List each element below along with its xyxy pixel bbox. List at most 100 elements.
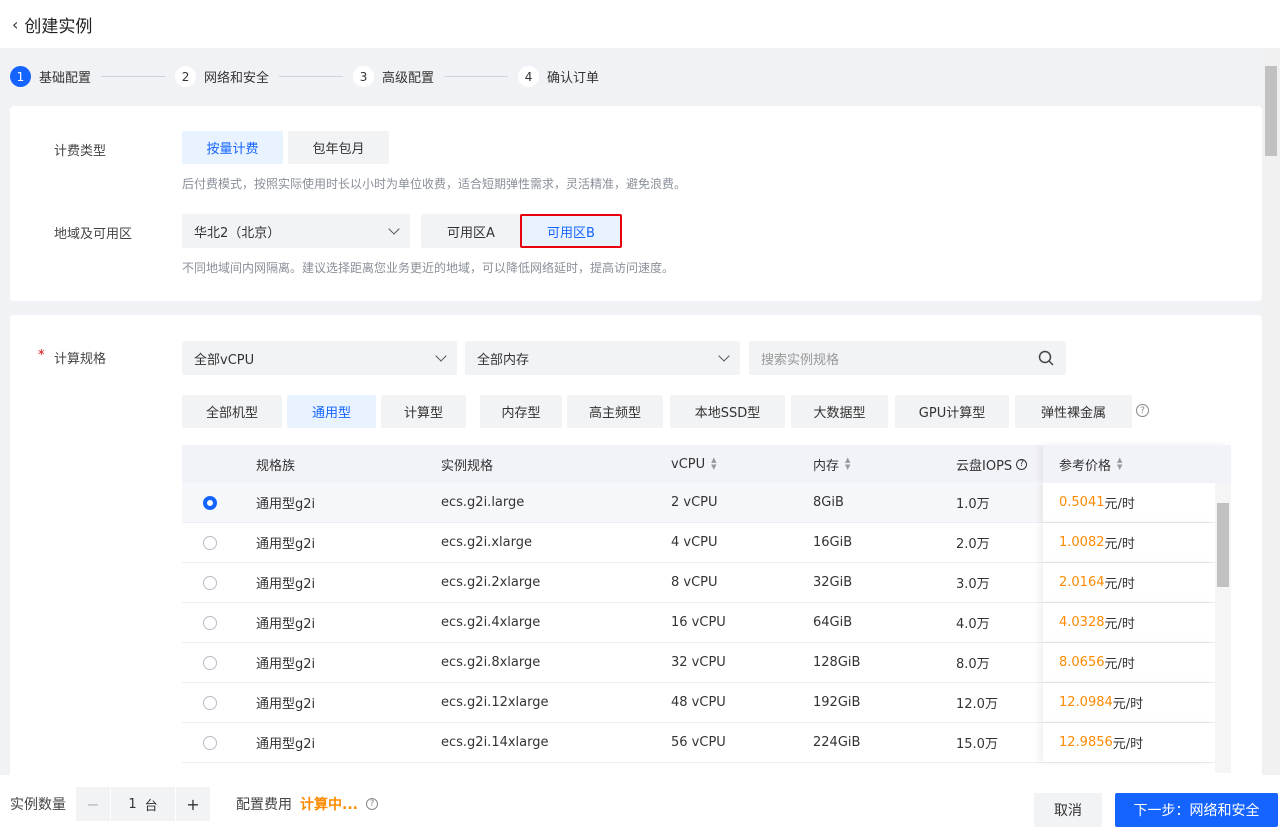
column-memory[interactable]: 内存 ▲ ▼ xyxy=(797,445,940,483)
cell-iops: 4.0万 xyxy=(956,617,990,632)
memory-filter-select[interactable]: 全部内存 xyxy=(465,341,740,375)
zone-b-button[interactable]: 可用区B xyxy=(520,214,622,248)
basic-config-card: 计费类型 按量计费 包年包月 后付费模式，按照实际使用时长以小时为单位收费，适合… xyxy=(10,106,1262,301)
row-radio-cell[interactable] xyxy=(182,523,240,562)
billing-label: 计费类型 xyxy=(54,144,107,159)
table-row[interactable] xyxy=(182,763,1231,773)
cell-memory: 192GiB xyxy=(813,695,861,710)
cell-memory: 16GiB xyxy=(813,535,853,550)
table-row[interactable]: 通用型g2i ecs.g2i.xlarge 4 vCPU 16GiB 2.0万 … xyxy=(182,523,1231,563)
table-row[interactable]: 通用型g2i ecs.g2i.large 2 vCPU 8GiB 1.0万 0.… xyxy=(182,483,1231,523)
cancel-button[interactable]: 取消 xyxy=(1034,793,1102,827)
price-value: 1.0082 xyxy=(1059,535,1105,550)
search-icon[interactable] xyxy=(1038,350,1054,366)
help-icon[interactable]: ? xyxy=(1016,458,1028,470)
sort-icon[interactable]: ▲ ▼ xyxy=(1117,457,1122,471)
price-unit: 元/时 xyxy=(1104,617,1135,632)
cell-iops: 1.0万 xyxy=(956,497,990,512)
table-row[interactable]: 通用型g2i ecs.g2i.8xlarge 32 vCPU 128GiB 8.… xyxy=(182,643,1231,683)
sort-icon[interactable]: ▲ ▼ xyxy=(711,457,716,471)
spec-table: 规格族 实例规格 vCPU ▲ ▼ 内存 ▲ ▼ 云盘IOPS? 参考价格 ▲ ▼ 通用型g… xyxy=(182,445,1231,773)
type-tab[interactable]: 内存型 xyxy=(480,395,562,428)
radio-button[interactable] xyxy=(203,535,217,550)
cost-value: 计算中... xyxy=(300,797,358,813)
cell-memory: 8GiB xyxy=(813,495,844,510)
price-value: 12.9856 xyxy=(1059,735,1113,750)
cell-iops: 8.0万 xyxy=(956,657,990,672)
column-price[interactable]: 参考价格 ▲ ▼ xyxy=(1043,445,1231,483)
help-icon[interactable]: ? xyxy=(1136,404,1149,417)
table-row[interactable]: 通用型g2i ecs.g2i.2xlarge 8 vCPU 32GiB 3.0万… xyxy=(182,563,1231,603)
cell-price: 12.0984 元/时 xyxy=(1043,683,1215,722)
radio-button[interactable] xyxy=(203,695,217,710)
cell-vcpu: 56 vCPU xyxy=(671,735,726,750)
quantity-stepper[interactable]: − 1台 + xyxy=(76,787,210,821)
cost-label: 配置费用 xyxy=(236,797,292,813)
step-divider xyxy=(101,76,166,77)
price-value: 12.0984 xyxy=(1059,695,1113,710)
column-vcpu[interactable]: vCPU ▲ ▼ xyxy=(655,445,797,483)
cell-memory: 128GiB xyxy=(813,655,861,670)
type-tab[interactable]: 计算型 xyxy=(381,395,466,428)
billing-subscription[interactable]: 包年包月 xyxy=(288,131,389,164)
cell-price: 2.0164 元/时 xyxy=(1043,563,1215,602)
step-4: 4 确认订单 xyxy=(518,66,599,87)
next-step-button[interactable]: 下一步：网络和安全 xyxy=(1115,793,1278,827)
radio-button[interactable] xyxy=(203,735,217,750)
cell-vcpu: 4 vCPU xyxy=(671,535,718,550)
step-divider xyxy=(279,76,344,77)
type-tab[interactable]: 通用型 xyxy=(287,395,376,428)
row-radio-cell[interactable] xyxy=(182,683,240,722)
increment-button[interactable]: + xyxy=(176,787,210,821)
type-tab[interactable]: 弹性裸金属 xyxy=(1015,395,1132,428)
radio-button[interactable] xyxy=(203,615,217,630)
step-number: 1 xyxy=(10,66,31,87)
type-tab[interactable]: 高主频型 xyxy=(567,395,663,428)
cell-family: 通用型g2i xyxy=(256,497,316,512)
step-divider xyxy=(444,76,509,77)
table-row[interactable]: 通用型g2i ecs.g2i.12xlarge 48 vCPU 192GiB 1… xyxy=(182,683,1231,723)
region-select[interactable]: 华北2（北京） xyxy=(182,214,410,248)
radio-button[interactable] xyxy=(203,495,217,510)
cell-memory: 224GiB xyxy=(813,735,861,750)
cell-vcpu: 2 vCPU xyxy=(671,495,718,510)
quantity-input[interactable]: 1台 xyxy=(110,787,176,821)
cell-family: 通用型g2i xyxy=(256,657,316,672)
type-tab[interactable]: 全部机型 xyxy=(182,395,282,428)
column-spec: 实例规格 xyxy=(441,458,494,474)
billing-pay-as-you-go[interactable]: 按量计费 xyxy=(182,131,283,164)
type-tab[interactable]: 本地SSD型 xyxy=(670,395,785,428)
table-scrollbar[interactable] xyxy=(1215,483,1231,773)
sort-icon[interactable]: ▲ ▼ xyxy=(845,457,850,471)
type-tab[interactable]: 大数据型 xyxy=(791,395,888,428)
help-icon[interactable]: ? xyxy=(365,798,378,810)
table-row[interactable]: 通用型g2i ecs.g2i.14xlarge 56 vCPU 224GiB 1… xyxy=(182,723,1231,763)
spec-search-input[interactable]: 搜索实例规格 xyxy=(749,341,1066,375)
price-unit: 元/时 xyxy=(1112,697,1144,712)
table-row[interactable]: 通用型g2i ecs.g2i.4xlarge 16 vCPU 64GiB 4.0… xyxy=(182,603,1231,643)
vcpu-filter-select[interactable]: 全部vCPU xyxy=(182,341,457,375)
type-tab[interactable]: GPU计算型 xyxy=(895,395,1009,428)
page-scrollbar[interactable] xyxy=(1262,48,1280,775)
back-icon[interactable]: ‹ xyxy=(12,15,18,34)
step-number: 4 xyxy=(518,66,540,87)
quantity-unit: 台 xyxy=(144,798,158,814)
step-3: 3 高级配置 xyxy=(353,66,518,87)
radio-button[interactable] xyxy=(203,575,217,590)
region-value: 华北2（北京） xyxy=(194,225,281,241)
row-radio-cell[interactable] xyxy=(182,723,240,762)
memory-filter-value: 全部内存 xyxy=(477,352,530,368)
row-radio-cell[interactable] xyxy=(182,603,240,642)
step-2: 2 网络和安全 xyxy=(175,66,353,87)
row-radio-cell[interactable] xyxy=(182,563,240,602)
price-unit: 元/时 xyxy=(1104,537,1135,552)
step-label: 高级配置 xyxy=(382,71,435,86)
decrement-button[interactable]: − xyxy=(76,787,110,821)
scrollbar-thumb[interactable] xyxy=(1265,66,1277,156)
radio-button[interactable] xyxy=(203,655,217,670)
row-radio-cell[interactable] xyxy=(182,643,240,682)
zone-a-button[interactable]: 可用区A xyxy=(421,214,521,248)
cell-spec: ecs.g2i.8xlarge xyxy=(441,655,541,670)
row-radio-cell[interactable] xyxy=(182,483,240,522)
scrollbar-thumb[interactable] xyxy=(1217,503,1229,587)
